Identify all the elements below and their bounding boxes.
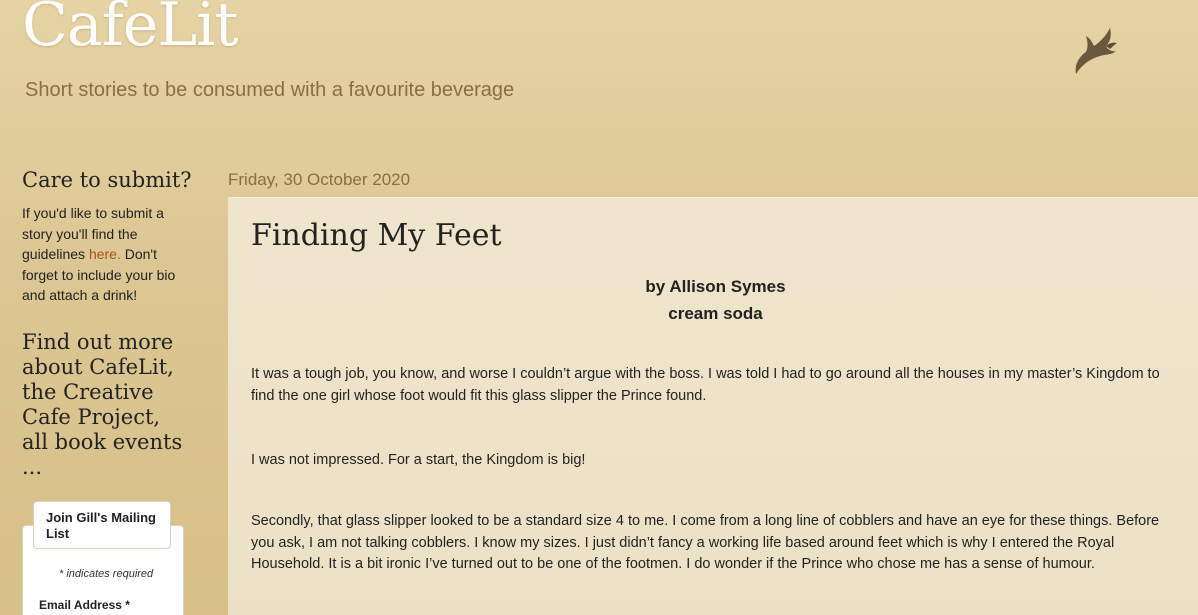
mailing-list-form: Join Gill's Mailing List * indicates req…	[22, 501, 184, 615]
submit-heading: Care to submit?	[22, 168, 192, 192]
email-label: Email Address *	[39, 598, 130, 612]
blog-header: CafeLit Short stories to be consumed wit…	[0, 0, 1198, 150]
mailing-list-title: Join Gill's Mailing List	[33, 501, 171, 549]
sidebar: Care to submit? If you'd like to submit …	[22, 168, 197, 480]
submit-text: If you'd like to submit a story you'll f…	[22, 203, 182, 306]
more-info-heading[interactable]: Find out more about CafeLit, the Creativ…	[22, 330, 190, 480]
post-byline: by Allison Symes cream soda	[228, 273, 1198, 327]
post-author: by Allison Symes	[645, 277, 786, 296]
required-note: * indicates required	[59, 568, 154, 580]
post-paragraph: I was not impressed. For a start, the Ki…	[251, 452, 586, 468]
blog-description: Short stories to be consumed with a favo…	[25, 79, 515, 101]
blog-title[interactable]: CafeLit	[22, 0, 239, 60]
post-paragraph: Secondly, that glass slipper looked to b…	[251, 513, 1160, 572]
post-paragraph: It was a tough job, you know, and worse …	[251, 366, 1160, 404]
post-title[interactable]: Finding My Feet	[251, 218, 502, 253]
post-drink: cream soda	[668, 304, 763, 323]
guidelines-link[interactable]: here.	[89, 246, 121, 262]
post-date: Friday, 30 October 2020	[228, 170, 411, 189]
post-body: Finding My Feet by Allison Symes cream s…	[228, 197, 1198, 615]
bird-icon	[1075, 28, 1117, 74]
